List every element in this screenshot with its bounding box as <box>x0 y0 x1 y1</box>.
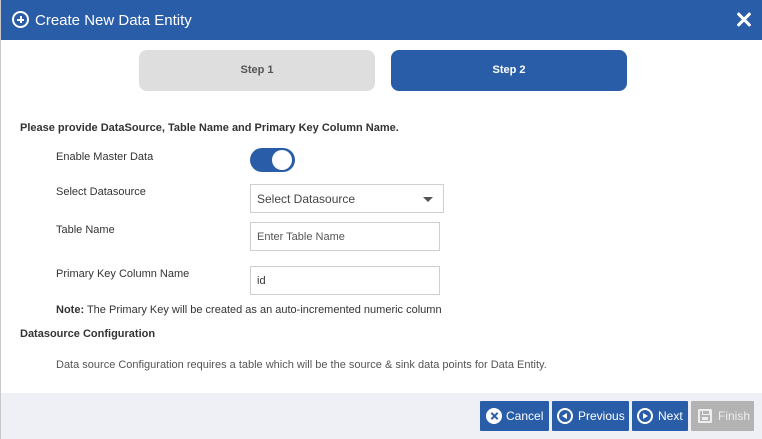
chevron-right-circle-icon <box>637 408 653 424</box>
datasource-config-title: Datasource Configuration <box>20 328 156 340</box>
step-2-tab[interactable]: Step 2 <box>391 50 627 91</box>
caret-down-icon <box>423 197 433 202</box>
note-text: The Primary Key will be created as an au… <box>84 304 442 316</box>
primary-key-input[interactable] <box>250 266 440 295</box>
note-prefix: Note: <box>56 304 85 316</box>
dialog-titlebar: Create New Data Entity <box>1 0 762 40</box>
table-name-input[interactable] <box>250 222 440 251</box>
datasource-config-description: Data source Configuration requires a tab… <box>56 359 547 371</box>
next-button-label: Next <box>658 409 683 423</box>
datasource-select[interactable]: Select Datasource <box>250 184 444 213</box>
close-icon[interactable] <box>734 10 754 30</box>
dialog-title: Create New Data Entity <box>35 12 192 29</box>
master-data-toggle[interactable] <box>250 148 295 172</box>
master-data-label: Enable Master Data <box>56 151 154 163</box>
datasource-select-value: Select Datasource <box>257 192 356 206</box>
finish-button-label: Finish <box>718 409 751 423</box>
step-1-tab[interactable]: Step 1 <box>139 50 375 91</box>
toggle-knob <box>272 150 292 170</box>
datasource-label: Select Datasource <box>56 186 146 198</box>
primary-key-label: Primary Key Column Name <box>56 268 190 280</box>
cancel-button[interactable]: Cancel <box>480 401 549 431</box>
chevron-left-circle-icon <box>557 408 573 424</box>
form-instructions: Please provide DataSource, Table Name an… <box>20 122 399 134</box>
save-icon <box>698 409 712 423</box>
next-button[interactable]: Next <box>632 401 688 431</box>
create-data-entity-dialog: Create New Data Entity Step 1 Step 2 Ple… <box>0 0 762 439</box>
previous-button[interactable]: Previous <box>552 401 629 431</box>
plus-circle-icon <box>12 11 29 28</box>
finish-button[interactable]: Finish <box>691 401 754 431</box>
previous-button-label: Previous <box>578 409 625 423</box>
table-name-label: Table Name <box>56 224 115 236</box>
cancel-circle-icon <box>486 408 502 424</box>
primary-key-note: Note: The Primary Key will be created as… <box>56 304 442 316</box>
cancel-button-label: Cancel <box>506 409 544 423</box>
